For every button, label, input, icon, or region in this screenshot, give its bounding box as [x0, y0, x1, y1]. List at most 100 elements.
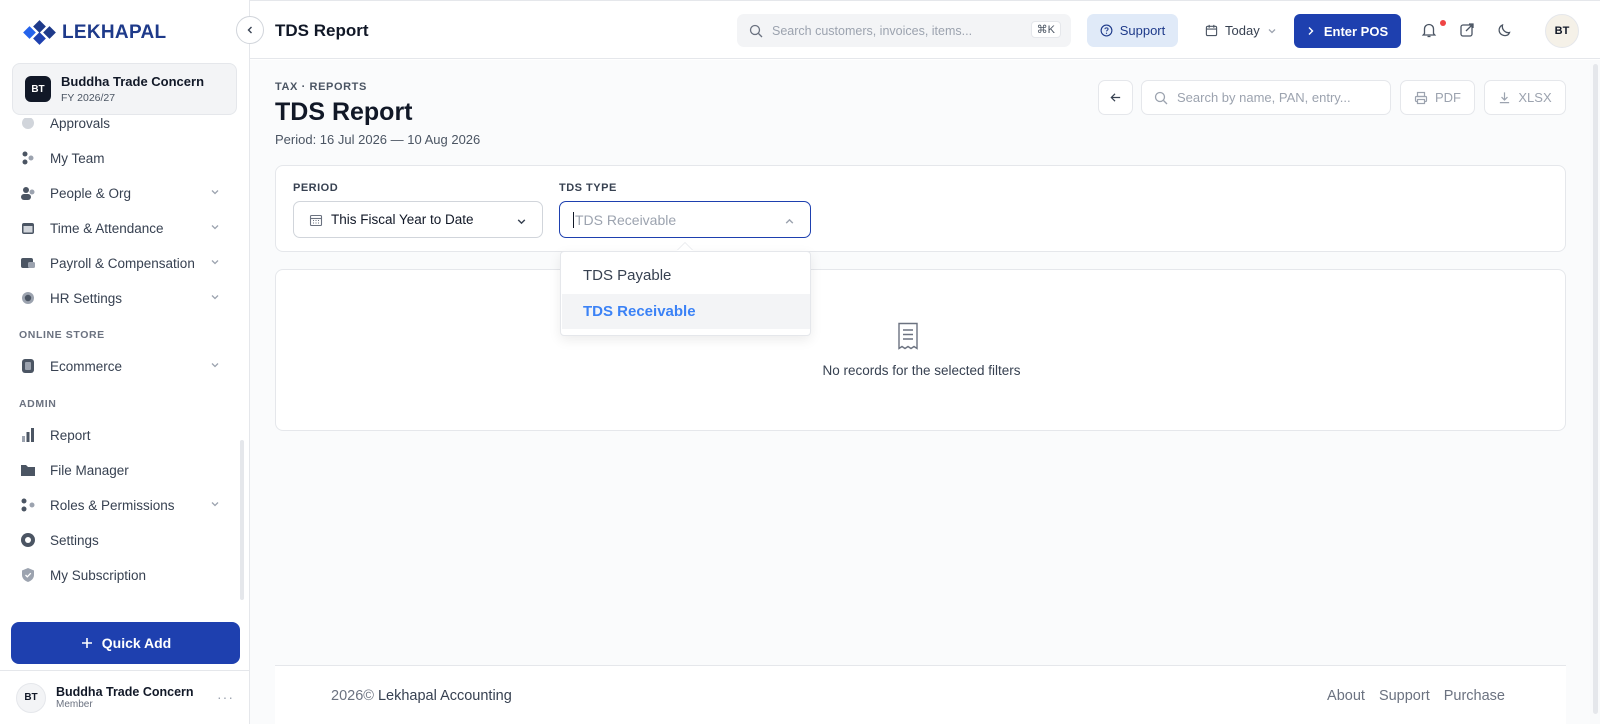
sidebar-item-settings[interactable]: Settings — [20, 525, 220, 555]
header-avatar[interactable]: BT — [1545, 14, 1579, 48]
global-search-input[interactable] — [772, 23, 1027, 38]
org-switcher[interactable]: BT Buddha Trade Concern FY 2026/27 — [12, 63, 237, 115]
top-header: TDS Report ⌘K Support Today Enter POS BT — [250, 0, 1600, 59]
report-search-input[interactable] — [1177, 90, 1377, 105]
support-label: Support — [1119, 23, 1166, 38]
page-title: TDS Report — [275, 98, 413, 126]
people-icon — [20, 185, 36, 201]
shield-icon — [20, 567, 36, 583]
footer-link-purchase[interactable]: Purchase — [1444, 688, 1505, 704]
sidebar-collapse-button[interactable] — [236, 16, 264, 44]
export-xlsx-button[interactable]: XLSX — [1484, 80, 1566, 115]
sidebar-item-approvals[interactable]: Approvals — [20, 118, 220, 138]
sidebar-scrollbar[interactable] — [240, 440, 244, 600]
org-name: Buddha Trade Concern — [61, 74, 205, 89]
sidebar-nav: Approvals My Team People & Org Time & At… — [0, 118, 240, 608]
tds-type-dropdown: TDS Payable TDS Receivable — [560, 251, 811, 336]
sidebar-item-label: My Subscription — [50, 567, 147, 583]
sidebar: LEKHAPAL BT Buddha Trade Concern FY 2026… — [0, 0, 250, 724]
org-avatar: BT — [25, 76, 51, 102]
team-icon — [20, 150, 36, 166]
footer-links: About Support Purchase — [1327, 688, 1505, 704]
period-filter-label: PERIOD — [293, 182, 339, 194]
external-link-icon[interactable] — [1458, 21, 1476, 39]
date-picker-button[interactable]: Today — [1205, 14, 1277, 47]
company-name: Lekhapal Accounting — [377, 688, 512, 704]
sidebar-item-file-manager[interactable]: File Manager — [20, 455, 220, 485]
dropdown-pointer — [677, 243, 693, 251]
notification-dot — [1440, 20, 1446, 26]
download-icon — [1500, 92, 1510, 104]
pos-label: Enter POS — [1323, 23, 1389, 39]
global-search[interactable]: ⌘K — [737, 14, 1071, 47]
sidebar-item-hr-settings[interactable]: HR Settings — [20, 283, 220, 313]
sidebar-item-time-attendance[interactable]: Time & Attendance — [20, 213, 220, 243]
bar-chart-icon — [20, 427, 36, 443]
sidebar-item-ecommerce[interactable]: Ecommerce — [20, 351, 220, 381]
sidebar-item-payroll[interactable]: Payroll & Compensation — [20, 248, 220, 278]
sidebar-item-label: Approvals — [50, 118, 111, 131]
sidebar-item-roles[interactable]: Roles & Permissions — [20, 490, 220, 520]
breadcrumb: TAX · REPORTS — [275, 81, 367, 93]
tds-type-select[interactable] — [559, 201, 811, 238]
text-caret — [573, 211, 574, 228]
section-admin: ADMIN — [19, 398, 57, 410]
footer-link-support[interactable]: Support — [1379, 688, 1430, 704]
header-title: TDS Report — [275, 21, 369, 40]
period-summary: Period: 16 Jul 2026 — 10 Aug 2026 — [275, 132, 481, 147]
sidebar-item-label: HR Settings — [50, 290, 123, 306]
fiscal-year: FY 2026/27 — [61, 92, 116, 104]
quick-add-label: Quick Add — [101, 635, 172, 651]
chevron-up-icon — [785, 218, 794, 224]
chevron-down-icon — [211, 295, 219, 300]
sidebar-item-my-team[interactable]: My Team — [20, 143, 220, 173]
settings-icon — [20, 532, 36, 548]
support-button[interactable]: Support — [1087, 14, 1178, 47]
payroll-icon — [20, 255, 36, 271]
export-pdf-button[interactable]: PDF — [1400, 80, 1475, 115]
back-button[interactable] — [1098, 80, 1133, 115]
user-menu[interactable]: BT Buddha Trade Concern Member ··· — [0, 670, 250, 724]
brand-logo[interactable]: LEKHAPAL — [22, 20, 166, 46]
period-select[interactable]: This Fiscal Year to Date — [293, 201, 543, 238]
sidebar-item-label: Report — [50, 427, 91, 443]
help-icon — [1100, 24, 1113, 37]
user-role: Member — [56, 699, 93, 710]
option-tds-receivable[interactable]: TDS Receivable — [562, 294, 810, 329]
sidebar-item-report[interactable]: Report — [20, 420, 220, 450]
period-select-value: This Fiscal Year to Date — [331, 212, 474, 227]
sidebar-item-label: My Team — [50, 150, 105, 166]
xlsx-label: XLSX — [1518, 90, 1552, 105]
enter-pos-button[interactable]: Enter POS — [1294, 14, 1401, 48]
user-name: Buddha Trade Concern — [56, 685, 194, 699]
search-icon — [749, 24, 763, 37]
store-icon — [20, 358, 36, 374]
quick-add-button[interactable]: Quick Add — [11, 622, 240, 664]
report-search[interactable] — [1141, 80, 1391, 115]
brand-name: LEKHAPAL — [62, 22, 167, 43]
empty-state-message: No records for the selected filters — [822, 363, 1021, 378]
chevron-down-icon — [211, 225, 219, 230]
date-label: Today — [1225, 23, 1260, 38]
chevron-down-icon — [517, 219, 526, 225]
sidebar-item-label: Payroll & Compensation — [50, 255, 195, 271]
footer-link-about[interactable]: About — [1327, 688, 1365, 704]
chevron-down-icon — [211, 190, 219, 195]
tds-type-input[interactable] — [575, 211, 775, 228]
main-content: TAX · REPORTS TDS Report Period: 16 Jul … — [250, 60, 1590, 724]
page-scrollbar[interactable] — [1593, 64, 1598, 714]
bell-icon[interactable] — [1420, 21, 1438, 39]
sidebar-item-people-org[interactable]: People & Org — [20, 178, 220, 208]
chevron-down-icon — [211, 260, 219, 265]
filter-panel: PERIOD This Fiscal Year to Date TDS TYPE — [275, 165, 1566, 252]
option-tds-payable[interactable]: TDS Payable — [562, 258, 810, 293]
more-icon[interactable]: ··· — [217, 689, 234, 705]
sidebar-item-subscription[interactable]: My Subscription — [20, 560, 220, 590]
page-footer: 2026© Lekhapal Accounting About Support … — [275, 665, 1566, 724]
search-shortcut: ⌘K — [1030, 21, 1061, 38]
sidebar-item-label: Settings — [50, 532, 99, 548]
moon-icon[interactable] — [1496, 21, 1514, 39]
chevron-down-icon — [211, 502, 219, 507]
sidebar-item-label: Roles & Permissions — [50, 497, 175, 513]
receipt-icon — [898, 322, 918, 350]
